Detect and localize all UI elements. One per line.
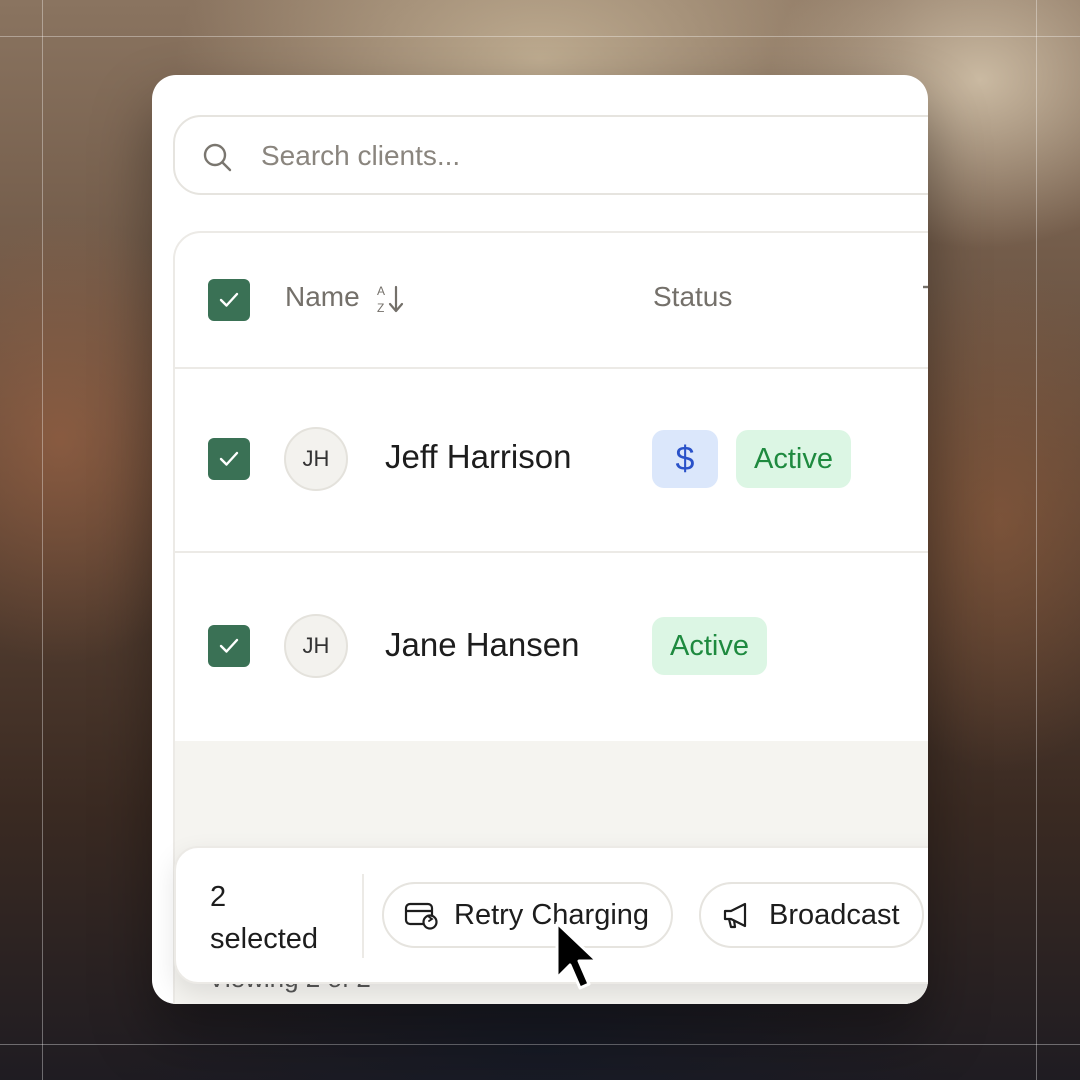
search-box[interactable] bbox=[173, 115, 928, 195]
frame-line-bottom bbox=[0, 1044, 1080, 1045]
column-header-name[interactable]: Name bbox=[285, 281, 360, 313]
mouse-pointer-icon bbox=[555, 921, 599, 990]
check-icon bbox=[219, 451, 239, 466]
frame-line-right bbox=[1036, 0, 1037, 1080]
dollar-icon: $ bbox=[652, 430, 718, 488]
status-badge: Active bbox=[736, 430, 851, 488]
client-name[interactable]: Jane Hansen bbox=[385, 626, 579, 664]
selected-count-label: selected bbox=[210, 923, 319, 955]
status-badge: Active bbox=[652, 617, 767, 675]
search-icon bbox=[203, 143, 232, 172]
selected-count-number: 2 bbox=[210, 881, 227, 913]
column-header-status[interactable]: Status bbox=[653, 281, 732, 313]
sort-alpha-icon[interactable]: A Z bbox=[375, 283, 405, 315]
check-icon bbox=[219, 638, 239, 653]
clients-panel: Name A Z Status JH Jeff Harrison $ A bbox=[152, 75, 928, 1004]
retry-card-icon bbox=[404, 902, 438, 930]
client-name[interactable]: Jeff Harrison bbox=[385, 438, 571, 476]
frame-line-top bbox=[0, 36, 1080, 37]
svg-text:A: A bbox=[377, 284, 385, 298]
column-header-cutoff bbox=[923, 285, 928, 289]
table-row[interactable]: JH Jeff Harrison $ Active bbox=[175, 369, 928, 553]
row-checkbox[interactable] bbox=[208, 438, 250, 480]
bulk-action-bar: 2 selected Retry Charging Broadcast bbox=[174, 846, 928, 984]
megaphone-icon bbox=[723, 902, 747, 929]
avatar: JH bbox=[284, 427, 348, 491]
divider bbox=[362, 874, 364, 958]
svg-text:Z: Z bbox=[377, 301, 384, 315]
table-header-row: Name A Z Status bbox=[175, 233, 928, 369]
retry-charging-button[interactable]: Retry Charging bbox=[382, 882, 674, 948]
avatar: JH bbox=[284, 614, 348, 678]
row-checkbox[interactable] bbox=[208, 625, 250, 667]
retry-charging-label: Retry Charging bbox=[454, 898, 650, 931]
table-row[interactable]: JH Jane Hansen Active bbox=[175, 553, 928, 741]
frame-line-left bbox=[42, 0, 43, 1080]
search-input[interactable] bbox=[259, 135, 863, 177]
select-all-checkbox[interactable] bbox=[208, 279, 250, 321]
broadcast-label: Broadcast bbox=[769, 898, 900, 931]
check-icon bbox=[219, 292, 239, 307]
broadcast-button[interactable]: Broadcast bbox=[699, 882, 924, 948]
selected-count: 2 selected bbox=[210, 876, 350, 960]
